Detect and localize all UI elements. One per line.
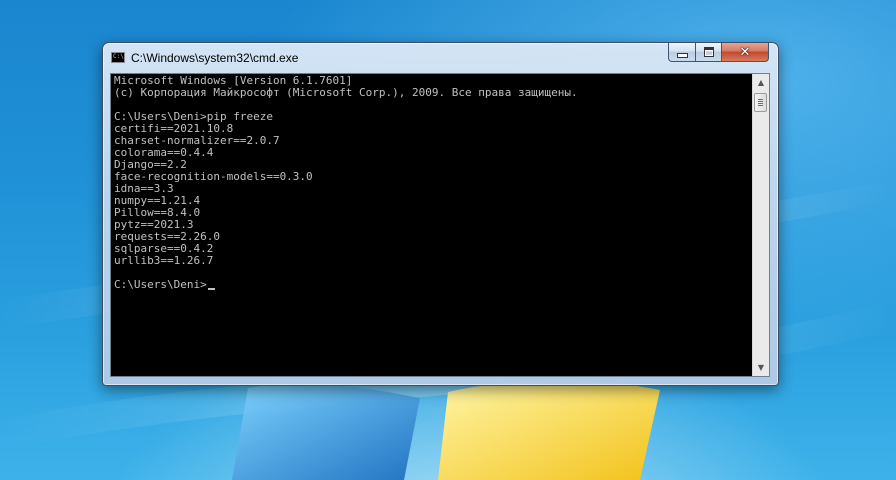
cmd-icon[interactable]: C:\ xyxy=(111,52,125,63)
title-bar[interactable]: C:\ C:\Windows\system32\cmd.exe ✕ xyxy=(103,43,778,71)
console-line: colorama==0.4.4 xyxy=(114,146,214,159)
minimize-button[interactable] xyxy=(668,43,696,62)
close-icon: ✕ xyxy=(739,44,751,60)
scroll-up-button[interactable]: ▲ xyxy=(753,74,769,91)
console-line: face-recognition-models==0.3.0 xyxy=(114,170,313,183)
command-prompt: C:\Users\Deni> xyxy=(114,278,207,291)
close-button[interactable]: ✕ xyxy=(721,43,769,62)
console-line: Pillow==8.4.0 xyxy=(114,206,201,219)
console-line: numpy==1.21.4 xyxy=(114,194,201,207)
arrow-up-icon: ▲ xyxy=(757,78,765,87)
vertical-scrollbar[interactable]: ▲ ▼ xyxy=(752,74,769,376)
text-cursor xyxy=(207,288,215,290)
console-output[interactable]: Microsoft Windows [Version 6.1.7601] (c)… xyxy=(112,75,752,375)
scroll-down-button[interactable]: ▼ xyxy=(753,359,769,376)
scrollbar-thumb[interactable] xyxy=(754,93,767,112)
arrow-down-icon: ▼ xyxy=(757,363,765,372)
window-title: C:\Windows\system32\cmd.exe xyxy=(131,51,299,65)
console-line: urllib3==1.26.7 xyxy=(114,254,214,267)
cmd-icon-text: C:\ xyxy=(113,53,124,60)
maximize-icon xyxy=(703,47,714,57)
maximize-button[interactable] xyxy=(695,43,722,62)
console-line: (c) Корпорация Майкрософт (Microsoft Cor… xyxy=(114,86,578,99)
grip-icon xyxy=(758,99,763,106)
minimize-icon xyxy=(676,53,688,58)
console-client-area: Microsoft Windows [Version 6.1.7601] (c)… xyxy=(110,73,770,377)
cmd-window: C:\ C:\Windows\system32\cmd.exe ✕ Micros… xyxy=(102,42,779,386)
prompt-line[interactable]: C:\Users\Deni> xyxy=(112,279,752,291)
console-line: idna==3.3 xyxy=(114,182,174,195)
